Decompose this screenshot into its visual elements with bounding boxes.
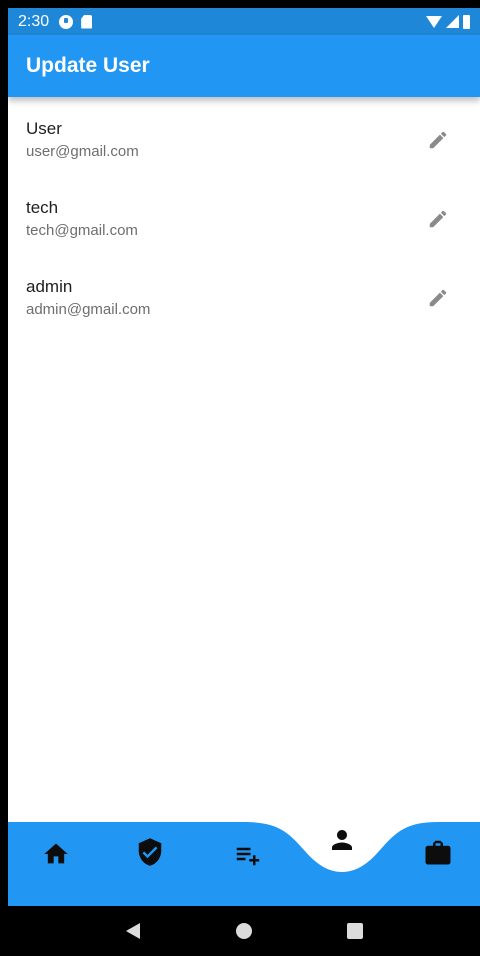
user-text: User user@gmail.com [26,119,424,160]
status-time: 2:30 [18,12,50,30]
nav-security[interactable] [130,832,170,872]
wifi-icon [426,15,442,28]
briefcase-icon [425,840,451,865]
edit-button[interactable] [424,205,452,233]
nav-work[interactable] [418,832,458,872]
recents-button[interactable] [343,919,367,943]
user-name: tech [26,198,59,217]
user-list: User user@gmail.com tech tech@gmail.com … [8,100,480,337]
list-item[interactable]: tech tech@gmail.com [8,179,480,258]
pencil-icon [429,289,447,306]
system-navigation-bar [8,906,480,956]
pencil-icon [429,131,447,148]
status-bar: 2:30 [8,8,480,35]
home-icon [44,843,68,864]
user-name: User [26,119,62,138]
back-button[interactable] [121,919,145,943]
user-name: admin [26,277,73,296]
square-recents-icon [346,923,363,939]
nav-add-list[interactable] [228,834,268,874]
list-item[interactable]: admin admin@gmail.com [8,258,480,337]
page-title: Update User [26,54,150,77]
app-notification-icon [59,14,74,29]
person-icon [332,830,352,850]
sd-card-icon [81,14,93,29]
edit-button[interactable] [424,126,452,154]
pencil-icon [429,210,447,227]
signal-icon [446,15,459,28]
playlist-add-icon [236,847,260,866]
user-email: admin@gmail.com [26,301,151,318]
notification-icons [59,14,93,29]
shield-check-icon [138,838,162,866]
list-item[interactable]: User user@gmail.com [8,100,480,179]
nav-home[interactable] [36,834,76,874]
user-text: tech tech@gmail.com [26,198,424,239]
edit-button[interactable] [424,284,452,312]
bottom-navigation [8,822,480,906]
nav-users[interactable] [322,820,362,860]
system-icons [426,14,470,29]
home-button[interactable] [232,919,256,943]
user-email: tech@gmail.com [26,222,138,239]
user-email: user@gmail.com [26,143,139,160]
battery-icon [463,14,470,29]
user-text: admin admin@gmail.com [26,277,424,318]
app-bar: Update User [8,35,480,97]
back-icon [126,923,141,939]
circle-home-icon [235,923,252,939]
